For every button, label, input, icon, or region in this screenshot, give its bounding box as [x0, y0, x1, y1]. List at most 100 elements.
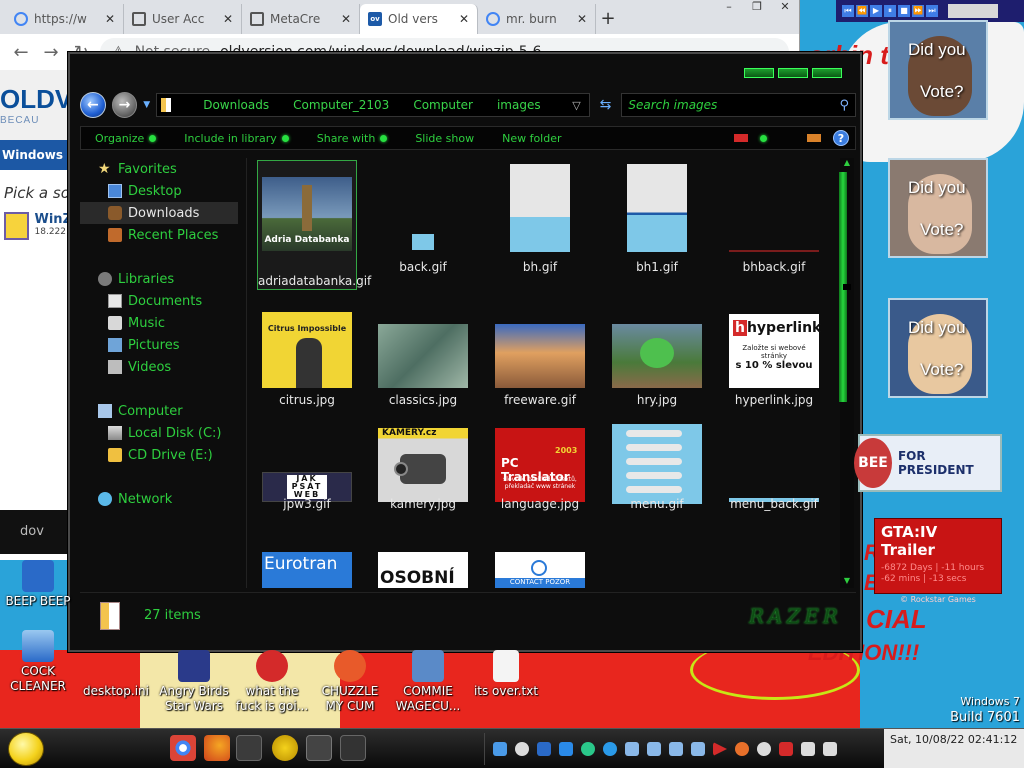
file-item[interactable]: menu_back.gif: [724, 426, 824, 556]
firefox-icon[interactable]: [204, 735, 230, 761]
site-nav-windows[interactable]: Windows: [0, 140, 72, 170]
breadcrumb-item[interactable]: images: [485, 98, 553, 112]
breadcrumb-item[interactable]: Downloads: [191, 98, 281, 112]
close-icon[interactable]: ✕: [459, 12, 469, 26]
slide-show-button[interactable]: Slide show: [415, 132, 474, 145]
phone-app-icon[interactable]: [340, 735, 366, 761]
stop-icon[interactable]: ■: [898, 5, 910, 17]
file-item[interactable]: classics.jpg: [373, 308, 473, 438]
play-icon[interactable]: ▶: [870, 5, 882, 17]
tray-icon[interactable]: [537, 742, 551, 756]
nav-network[interactable]: Network: [80, 488, 238, 510]
desktop-icon-desktop-ini[interactable]: desktop.ini: [78, 650, 154, 699]
site-logo[interactable]: OLDV BECAU: [0, 70, 72, 140]
forward-icon[interactable]: ⏩: [912, 5, 924, 17]
desktop-icon-chuzzle[interactable]: CHUZZLE MY CUM: [312, 650, 388, 714]
close-icon[interactable]: ✕: [105, 12, 115, 26]
organize-menu[interactable]: Organize: [95, 132, 157, 145]
browser-tab[interactable]: User Acc ✕: [124, 4, 242, 34]
smiley-app-icon[interactable]: [272, 735, 298, 761]
nav-desktop[interactable]: Desktop: [80, 180, 238, 202]
tray-icon[interactable]: [669, 742, 683, 756]
share-with-menu[interactable]: Share with: [317, 132, 388, 145]
close-icon[interactable]: ✕: [577, 12, 587, 26]
maximize-button[interactable]: [778, 68, 808, 78]
view-options-dot-icon[interactable]: [760, 134, 767, 142]
forward-button[interactable]: →: [111, 92, 138, 118]
explorer-titlebar[interactable]: [70, 54, 860, 86]
close-window-button[interactable]: [812, 68, 842, 78]
browser-tab-active[interactable]: ov Old vers ✕: [360, 4, 478, 34]
new-tab-button[interactable]: +: [596, 4, 620, 34]
desktop-icon-cock-cleaner[interactable]: COCK CLEANER: [0, 630, 76, 694]
pause-icon[interactable]: ⏸: [884, 5, 896, 17]
new-folder-button[interactable]: New folder: [502, 132, 561, 145]
close-icon[interactable]: ✕: [223, 12, 233, 26]
tray-icon[interactable]: [581, 742, 595, 756]
search-tray-icon[interactable]: [735, 742, 749, 756]
previous-icon[interactable]: ⏮: [842, 5, 854, 17]
nav-libraries[interactable]: Libraries: [80, 268, 238, 290]
nav-recent-places[interactable]: Recent Places: [80, 224, 238, 246]
next-icon[interactable]: ⏭: [926, 5, 938, 17]
back-arrow-icon[interactable]: ←: [10, 42, 32, 63]
desktop-icon-commie[interactable]: COMMIE WAGECU...: [390, 650, 466, 714]
tray-icon[interactable]: [757, 742, 771, 756]
gta-countdown-gadget[interactable]: GTA:IV Trailer -6872 Days | -11 hours -6…: [874, 518, 1002, 604]
tray-icon[interactable]: [779, 742, 793, 756]
nav-local-disk[interactable]: Local Disk (C:): [80, 422, 238, 444]
show-desktop-button[interactable]: [1012, 749, 1024, 768]
scroll-down-icon[interactable]: ▼: [840, 576, 854, 588]
vertical-scrollbar[interactable]: ▲ ▼: [839, 158, 854, 588]
file-item[interactable]: KAMERY.cz kamery.jpg: [373, 426, 473, 556]
minimize-button[interactable]: –: [715, 0, 743, 16]
file-item[interactable]: JAK PSÁT WEB jpw3.gif: [257, 426, 357, 556]
tray-icon[interactable]: [691, 742, 705, 756]
browser-tab[interactable]: mr. burn ✕: [478, 4, 596, 34]
browser-tab[interactable]: https://w ✕: [6, 4, 124, 34]
file-item[interactable]: Eurotran: [257, 548, 357, 588]
browser-tab[interactable]: MetaCre ✕: [242, 4, 360, 34]
tray-icon[interactable]: [515, 742, 529, 756]
recent-pages-dropdown[interactable]: ▼: [143, 100, 150, 110]
nav-cd-drive[interactable]: CD Drive (E:): [80, 444, 238, 466]
chrome-icon[interactable]: [170, 735, 196, 761]
explorer-taskbar-button[interactable]: [236, 735, 262, 761]
breadcrumb-item[interactable]: Computer_2103: [281, 98, 401, 112]
file-item[interactable]: bh1.gif: [607, 160, 707, 290]
file-item[interactable]: CONTACT POZOR: [490, 548, 590, 588]
file-item[interactable]: OSOBNÍ: [373, 548, 473, 588]
back-button[interactable]: ←: [80, 92, 106, 118]
desktop-icon-angry-bird-file[interactable]: what the fuck is goi...: [234, 650, 310, 714]
volume-icon[interactable]: [823, 742, 837, 756]
nav-downloads[interactable]: Downloads: [80, 202, 238, 224]
file-item[interactable]: back.gif: [373, 160, 473, 290]
breadcrumb-item[interactable]: Computer: [401, 98, 485, 112]
desktop-icon-its-over[interactable]: its over.txt: [468, 650, 544, 699]
start-button[interactable]: [8, 732, 44, 766]
site-download-item[interactable]: WinZ 18.222: [0, 202, 72, 240]
7zip-icon[interactable]: [306, 735, 332, 761]
close-icon[interactable]: ✕: [341, 12, 351, 26]
forward-arrow-icon[interactable]: →: [40, 42, 62, 63]
desktop-icon-beep-beep[interactable]: BEEP BEEP: [0, 560, 76, 609]
file-item[interactable]: bhback.gif: [724, 160, 824, 290]
tray-icon[interactable]: [625, 742, 639, 756]
help-icon[interactable]: ?: [833, 130, 849, 146]
preview-pane-icon[interactable]: [807, 134, 821, 142]
file-item[interactable]: bh.gif: [490, 160, 590, 290]
tray-icon[interactable]: [603, 742, 617, 756]
file-item[interactable]: h hyperlink Založte si webové stránky s 1…: [724, 308, 824, 438]
rewind-icon[interactable]: ⏪: [856, 5, 868, 17]
nav-pictures[interactable]: Pictures: [80, 334, 238, 356]
include-in-library-menu[interactable]: Include in library: [184, 132, 289, 145]
nav-computer[interactable]: Computer: [80, 400, 238, 422]
chevron-down-icon[interactable]: ▽: [572, 99, 588, 112]
tray-icon[interactable]: [647, 742, 661, 756]
play-tray-icon[interactable]: [713, 742, 727, 756]
nav-music[interactable]: Music: [80, 312, 238, 334]
nav-documents[interactable]: Documents: [80, 290, 238, 312]
search-icon[interactable]: ⚲: [839, 98, 849, 113]
file-item[interactable]: menu.gif: [607, 424, 707, 556]
minimize-button[interactable]: [744, 68, 774, 78]
